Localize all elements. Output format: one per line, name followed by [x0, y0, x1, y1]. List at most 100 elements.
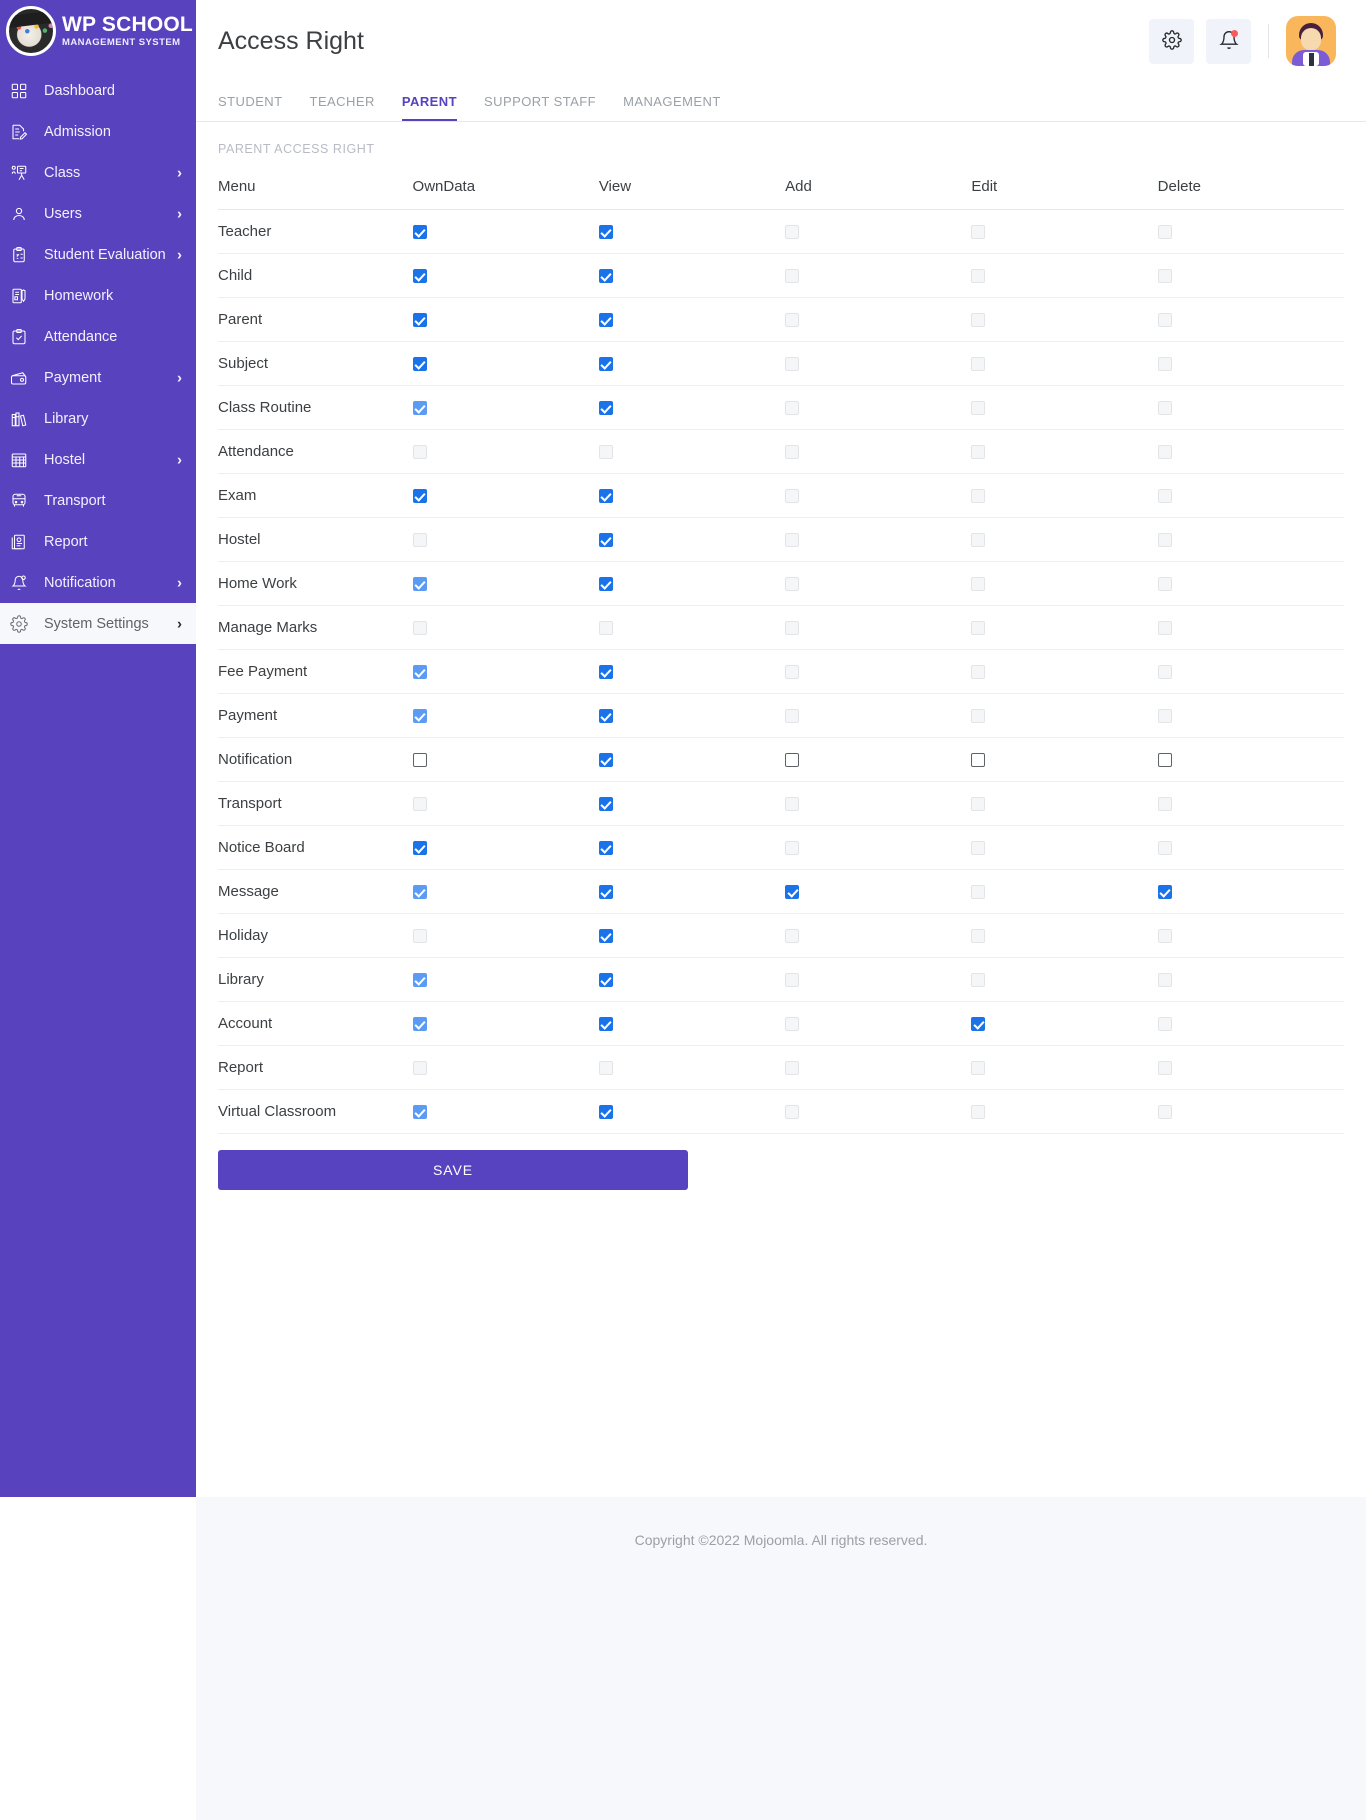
checkbox-add: [785, 445, 800, 460]
checkbox-edit[interactable]: [971, 1017, 986, 1032]
checkbox-owndata: [412, 577, 427, 592]
checkbox-owndata[interactable]: [412, 489, 427, 504]
checkbox-add: [785, 973, 800, 988]
permission-cell-delete: [1157, 957, 1344, 1002]
checkbox-owndata[interactable]: [412, 753, 427, 768]
sidebar-item-label: Report: [44, 533, 88, 550]
checkbox-delete[interactable]: [1157, 753, 1172, 768]
menu-name-cell: Holiday: [218, 913, 413, 958]
checkbox-owndata: [412, 929, 427, 944]
permission-cell-add: [785, 209, 972, 254]
checkbox-owndata[interactable]: [412, 841, 427, 856]
permission-cell-view: [598, 253, 786, 298]
sidebar-item-attendance[interactable]: Attendance: [0, 316, 196, 357]
checkbox-view[interactable]: [598, 753, 613, 768]
chevron-right-icon: ›: [177, 246, 182, 263]
checkbox-view[interactable]: [598, 533, 613, 548]
permission-cell-delete: [1157, 649, 1344, 694]
table-body: Teacher Child Parent Subject Class Routine At…: [218, 209, 1344, 1134]
sidebar-item-users[interactable]: Users ›: [0, 193, 196, 234]
sidebar-item-transport[interactable]: Transport: [0, 480, 196, 521]
checkbox-view[interactable]: [598, 401, 613, 416]
settings-button[interactable]: [1149, 18, 1194, 64]
checkbox-delete: [1157, 225, 1172, 240]
checkbox-view[interactable]: [598, 313, 613, 328]
checkbox-add[interactable]: [785, 885, 800, 900]
sidebar-item-student-evaluation[interactable]: Student Evaluation ›: [0, 234, 196, 275]
checkbox-edit: [971, 533, 986, 548]
sidebar-item-system-settings[interactable]: System Settings ›: [0, 603, 196, 644]
checkbox-view[interactable]: [598, 973, 613, 988]
tab-teacher[interactable]: TEACHER: [310, 94, 375, 121]
table-row: Virtual Classroom: [218, 1089, 1344, 1134]
sidebar-item-payment[interactable]: Payment ›: [0, 357, 196, 398]
chevron-right-icon: ›: [177, 205, 182, 222]
permission-cell-add: [785, 649, 972, 694]
checkbox-owndata: [412, 885, 427, 900]
checkbox-add[interactable]: [785, 753, 800, 768]
sidebar-item-notification[interactable]: Notification ›: [0, 562, 196, 603]
sidebar-item-dashboard[interactable]: Dashboard: [0, 70, 196, 111]
grid-icon: [10, 82, 38, 100]
save-button[interactable]: SAVE: [218, 1150, 688, 1190]
checkbox-view[interactable]: [598, 225, 613, 240]
permission-cell-delete: [1157, 737, 1344, 782]
menu-name-cell: Attendance: [218, 429, 413, 474]
checkbox-delete[interactable]: [1157, 885, 1172, 900]
checkbox-view[interactable]: [598, 929, 613, 944]
permission-cell-delete: [1157, 561, 1344, 606]
checkbox-view[interactable]: [598, 1105, 613, 1120]
checkbox-view[interactable]: [598, 797, 613, 812]
permission-cell-edit: [971, 605, 1158, 650]
table-row: Class Routine: [218, 385, 1344, 430]
brand[interactable]: WP SCHOOL MANAGEMENT SYSTEM: [0, 0, 196, 62]
permission-cell-delete: [1157, 517, 1344, 562]
permission-cell-delete: [1157, 341, 1344, 386]
avatar[interactable]: [1286, 16, 1336, 66]
checkbox-view[interactable]: [598, 357, 613, 372]
permission-cell-view: [598, 209, 786, 254]
checkbox-owndata[interactable]: [412, 269, 427, 284]
tab-support-staff[interactable]: SUPPORT STAFF: [484, 94, 596, 121]
column-header-menu: Menu: [218, 172, 413, 210]
checkbox-view[interactable]: [598, 709, 613, 724]
checkbox-delete: [1157, 577, 1172, 592]
sidebar-item-report[interactable]: Report: [0, 521, 196, 562]
tab-management[interactable]: MANAGEMENT: [623, 94, 721, 121]
sidebar-item-hostel[interactable]: Hostel ›: [0, 439, 196, 480]
checkbox-owndata[interactable]: [412, 357, 427, 372]
column-header-delete: Delete: [1157, 172, 1344, 210]
permission-cell-view: [598, 1045, 786, 1090]
checkbox-view[interactable]: [598, 885, 613, 900]
checkbox-view[interactable]: [598, 665, 613, 680]
checkbox-view[interactable]: [598, 1017, 613, 1032]
sidebar-item-label: Dashboard: [44, 82, 115, 99]
permission-cell-add: [785, 913, 972, 958]
checkbox-owndata[interactable]: [412, 225, 427, 240]
tab-parent[interactable]: PARENT: [401, 94, 458, 121]
tab-student[interactable]: STUDENT: [218, 94, 283, 121]
checkbox-edit[interactable]: [971, 753, 986, 768]
checkbox-view[interactable]: [598, 489, 613, 504]
checkbox-delete: [1157, 401, 1172, 416]
menu-name-cell: Virtual Classroom: [218, 1089, 413, 1134]
sidebar-item-admission[interactable]: Admission: [0, 111, 196, 152]
table-row: Home Work: [218, 561, 1344, 606]
permission-cell-edit: [971, 693, 1158, 738]
checkbox-view[interactable]: [598, 269, 613, 284]
sidebar-item-library[interactable]: Library: [0, 398, 196, 439]
sidebar-item-homework[interactable]: Homework: [0, 275, 196, 316]
tab-bar: STUDENT TEACHER PARENT SUPPORT STAFF MANAGEM…: [196, 82, 1366, 122]
notification-button[interactable]: [1206, 18, 1251, 64]
checkbox-view[interactable]: [598, 577, 613, 592]
topbar: Access Right: [196, 0, 1366, 82]
checkbox-view[interactable]: [598, 841, 613, 856]
checkbox-edit: [971, 929, 986, 944]
checkbox-add: [785, 665, 800, 680]
table-header-row: Menu OwnData View Add Edit Delete: [218, 172, 1344, 210]
sidebar-item-class[interactable]: Class ›: [0, 152, 196, 193]
menu-name-cell: Library: [218, 957, 413, 1002]
checkbox-owndata[interactable]: [412, 313, 427, 328]
permission-cell-view: [598, 913, 786, 958]
table-row: Notice Board: [218, 825, 1344, 870]
